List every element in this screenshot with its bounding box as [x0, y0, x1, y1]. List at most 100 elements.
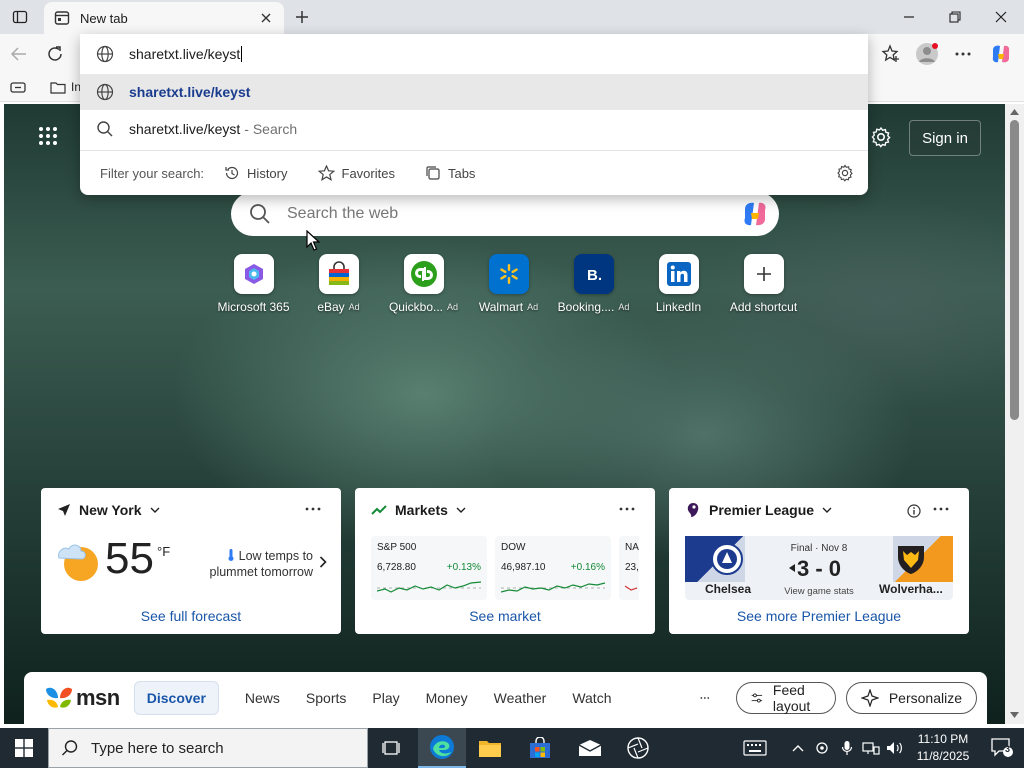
msn-nav-bar: msn Discover News Sports Play Money Weat… [24, 672, 987, 724]
tab-weather[interactable]: Weather [494, 690, 547, 706]
start-button[interactable] [0, 728, 48, 768]
weather-card[interactable]: New York 55 °F Low temps to plummet tomo… [41, 488, 341, 634]
feed-layout-button[interactable]: Feed layout [736, 682, 836, 714]
filter-label: Filter your search: [100, 165, 205, 181]
sign-in-button[interactable]: Sign in [909, 120, 981, 156]
tab-sports[interactable]: Sports [306, 690, 346, 706]
page-scrollbar[interactable] [1005, 104, 1024, 724]
taskbar-store[interactable] [516, 728, 564, 768]
back-button[interactable] [4, 40, 34, 68]
tray-overflow-button[interactable] [788, 728, 808, 768]
task-view-button[interactable] [368, 728, 416, 768]
browser-tab[interactable]: New tab [44, 2, 284, 34]
tray-network[interactable] [860, 728, 882, 768]
taskbar-search-placeholder: Type here to search [91, 739, 224, 757]
tab-news[interactable]: News [245, 690, 280, 706]
mail-icon [578, 740, 602, 756]
info-icon[interactable] [907, 504, 921, 518]
notification-count: 3 [1005, 744, 1011, 754]
scroll-up-icon[interactable] [1009, 107, 1020, 117]
taskbar-search-box[interactable]: Type here to search [48, 728, 368, 768]
shortcut-ebay[interactable]: eBay Ad [296, 254, 381, 324]
tray-volume[interactable] [884, 728, 906, 768]
taskbar-clock[interactable]: 11:10 PM 11/8/2025 [906, 731, 980, 765]
league-header[interactable]: Premier League [685, 502, 840, 518]
window-close-button[interactable] [978, 0, 1024, 34]
new-tab-button[interactable] [290, 6, 314, 28]
weather-alert[interactable]: Low temps to plummet tomorrow [201, 548, 313, 580]
shortcut-label: Microsoft 365 [217, 300, 290, 314]
tab-discover[interactable]: Discover [133, 681, 219, 715]
taskbar-file-explorer[interactable] [466, 728, 514, 768]
plus-icon [296, 11, 308, 23]
ticker-sp500[interactable]: S&P 500 6,728.80 +0.13% [371, 536, 487, 600]
scroll-down-icon[interactable] [1009, 710, 1020, 720]
more-horizontal-icon[interactable] [933, 506, 949, 512]
match-result[interactable]: Chelsea Wolverha... Final · Nov 8 3 - 0 … [685, 536, 953, 600]
personalize-button[interactable]: Personalize [845, 682, 977, 714]
suggestion-search-suffix: - Search [244, 121, 298, 137]
folder-icon[interactable] [50, 80, 66, 94]
ticker-dow[interactable]: DOW 46,987.10 +0.16% [495, 536, 611, 600]
app-launcher-icon[interactable] [38, 126, 58, 146]
refresh-button[interactable] [40, 40, 70, 68]
history-icon [225, 166, 239, 180]
match-stats-link[interactable]: View game stats [685, 586, 953, 597]
tab-actions-button[interactable] [6, 4, 34, 30]
filter-history-label: History [247, 165, 288, 181]
weather-forecast-link[interactable]: See full forecast [41, 608, 341, 624]
filter-tabs[interactable]: Tabs [425, 165, 475, 181]
filter-history[interactable]: History [224, 165, 288, 181]
profile-button[interactable] [912, 40, 942, 68]
shortcut-booking[interactable]: B. Booking.... Ad [551, 254, 636, 324]
markets-card[interactable]: Markets S&P 500 6,728.80 +0.13% DOW 46,9… [355, 488, 655, 634]
more-horizontal-icon[interactable] [305, 506, 321, 512]
taskbar-edge[interactable] [418, 728, 466, 768]
ticker-nasdaq[interactable]: NA 23, [619, 536, 639, 600]
scrollbar-thumb[interactable] [1010, 120, 1019, 420]
minimize-icon [904, 16, 914, 18]
markets-link[interactable]: See market [355, 608, 655, 624]
collections-icon[interactable] [10, 81, 26, 95]
shortcut-linkedin[interactable]: LinkedIn [636, 254, 721, 324]
chevron-right-icon[interactable] [319, 556, 327, 568]
arrow-left-icon [10, 47, 26, 61]
suggestion-url[interactable]: sharetxt.live/keyst [80, 74, 868, 110]
close-icon [261, 13, 271, 23]
address-bar-dropdown: sharetxt.live/keyst sharetxt.live/keyst … [80, 34, 868, 195]
filter-favorites[interactable]: Favorites [317, 165, 395, 181]
tray-meet-now[interactable] [812, 728, 834, 768]
copilot-icon[interactable] [739, 198, 771, 230]
address-input[interactable]: sharetxt.live/keyst [80, 34, 868, 74]
notification-center-button[interactable]: 3 [980, 728, 1024, 768]
tab-play[interactable]: Play [372, 690, 399, 706]
favorites-button[interactable] [876, 40, 906, 68]
shortcut-tiles: Microsoft 365 eBay Ad Quickbo... Ad Walmar… [211, 254, 806, 324]
tray-microphone[interactable] [836, 728, 858, 768]
weather-location[interactable]: New York [57, 502, 168, 518]
shortcut-quickbooks[interactable]: Quickbo... Ad [381, 254, 466, 324]
tab-money[interactable]: Money [426, 690, 468, 706]
tab-watch[interactable]: Watch [572, 690, 611, 706]
settings-more-button[interactable] [948, 40, 978, 68]
sparkle-star-icon [860, 689, 879, 707]
suggestion-search-text: sharetxt.live/keyst [129, 121, 241, 137]
shortcut-walmart[interactable]: Walmart Ad [466, 254, 551, 324]
star-icon [317, 165, 335, 181]
taskbar-mail[interactable] [566, 728, 614, 768]
suggestion-search[interactable]: sharetxt.live/keyst - Search [80, 111, 868, 147]
gear-icon[interactable] [836, 164, 854, 182]
copilot-button[interactable] [986, 40, 1016, 68]
tab-close-button[interactable] [258, 10, 274, 26]
shortcut-microsoft-365[interactable]: Microsoft 365 [211, 254, 296, 324]
premier-league-card[interactable]: Premier League Chelsea Wolverha... Final… [669, 488, 969, 634]
more-horizontal-icon[interactable] [700, 696, 710, 700]
taskbar-app[interactable] [614, 728, 662, 768]
restore-button[interactable] [932, 0, 978, 34]
tray-keyboard[interactable] [740, 728, 770, 768]
page-settings-icon[interactable] [870, 126, 892, 148]
league-link[interactable]: See more Premier League [669, 608, 969, 624]
msn-logo[interactable]: msn [44, 685, 120, 711]
minimize-button[interactable] [886, 0, 932, 34]
shortcut-add[interactable]: Add shortcut [721, 254, 806, 324]
